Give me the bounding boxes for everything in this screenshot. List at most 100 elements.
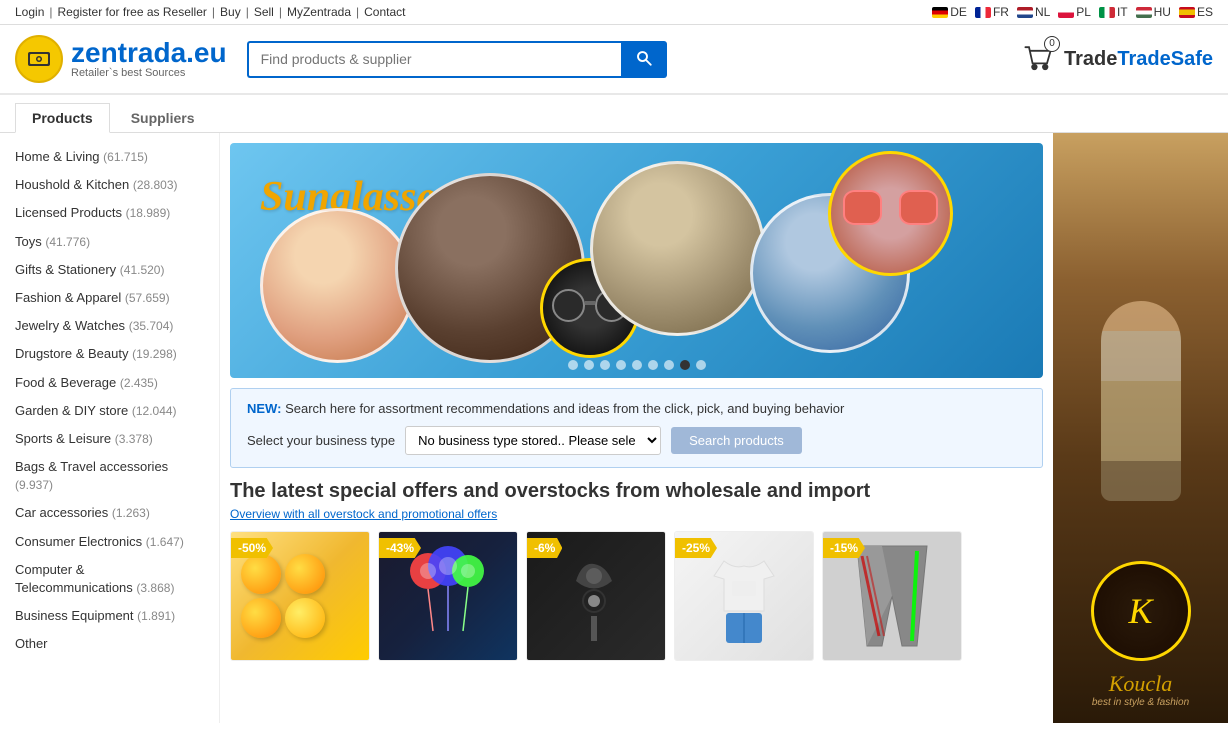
offer-badge-4: -25% [675,538,717,558]
offer-badge-5: -15% [823,538,865,558]
sidebar-item-other[interactable]: Other [0,630,219,658]
dot-8[interactable] [680,360,690,370]
language-switcher: DE FR NL PL IT HU ES [932,5,1213,19]
offers-section: The latest special offers and overstocks… [230,480,1043,661]
business-type-label: Select your business type [247,433,395,448]
register-link[interactable]: Register for free as Reseller [58,5,207,19]
sidebar-item-toys[interactable]: Toys (41.776) [0,228,219,256]
banner-circle-1 [260,208,415,363]
dot-4[interactable] [616,360,626,370]
offers-title: The latest special offers and overstocks… [230,480,1043,503]
logo[interactable]: zentrada.eu Retailer`s best Sources [15,35,227,83]
ad-brand-name: Koucla [1109,671,1173,697]
offers-overview-link[interactable]: Overview with all overstock and promotio… [230,507,1043,521]
logo-svg [24,44,54,74]
offer-card-3[interactable]: -6% [526,531,666,661]
offer-badge-3: -6% [527,538,562,558]
main-layout: Home & Living (61.715) Houshold & Kitche… [0,133,1228,723]
lang-it[interactable]: IT [1099,5,1128,19]
sidebar-item-garden-diy[interactable]: Garden & DIY store (12.044) [0,397,219,425]
dot-2[interactable] [584,360,594,370]
offer-card-1[interactable]: -50% [230,531,370,661]
flag-es [1179,7,1195,18]
flag-hu [1136,7,1152,18]
new-bar: NEW: Search here for assortment recommen… [230,388,1043,468]
logo-text: zentrada.eu Retailer`s best Sources [71,39,227,79]
offer-badge-2: -43% [379,538,421,558]
flag-pl [1058,7,1074,18]
search-icon [635,49,653,67]
business-type-select[interactable]: No business type stored.. Please sele [405,426,661,455]
dot-1[interactable] [568,360,578,370]
login-link[interactable]: Login [15,5,44,19]
sidebar-item-bags-travel[interactable]: Bags & Travel accessories (9.937) [0,453,219,499]
dot-7[interactable] [664,360,674,370]
lang-de[interactable]: DE [932,5,967,19]
sidebar-item-fashion-apparel[interactable]: Fashion & Apparel (57.659) [0,284,219,312]
lang-hu[interactable]: HU [1136,5,1171,19]
contact-link[interactable]: Contact [364,5,405,19]
sidebar-item-sports-leisure[interactable]: Sports & Leisure (3.378) [0,425,219,453]
right-sidebar[interactable]: K Koucla best in style & fashion [1053,133,1228,723]
search-input[interactable] [247,41,621,78]
sidebar-item-computer-telecom[interactable]: Computer & Telecommunications (3.868) [0,556,219,602]
sidebar-item-consumer-electronics[interactable]: Consumer Electronics (1.647) [0,528,219,556]
lang-nl[interactable]: NL [1017,5,1050,19]
sidebar-item-jewelry-watches[interactable]: Jewelry & Watches (35.704) [0,312,219,340]
lang-pl[interactable]: PL [1058,5,1091,19]
sidebar-item-drugstore-beauty[interactable]: Drugstore & Beauty (19.298) [0,340,219,368]
header: zentrada.eu Retailer`s best Sources 0 Tr… [0,25,1228,95]
dot-6[interactable] [648,360,658,370]
cart-badge: 0 [1044,36,1060,52]
tab-products[interactable]: Products [15,103,110,133]
sidebar-item-business-equipment[interactable]: Business Equipment (1.891) [0,602,219,630]
sidebar-item-gifts-stationery[interactable]: Gifts & Stationery (41.520) [0,256,219,284]
buy-link[interactable]: Buy [220,5,241,19]
offer-card-5[interactable]: -15% [822,531,962,661]
flag-de [932,7,948,18]
lamp-svg [556,546,636,646]
search-button[interactable] [621,41,667,78]
ad-brand-letter: K [1128,590,1152,632]
sidebar-item-car-accessories[interactable]: Car accessories (1.263) [0,499,219,527]
sidebar-item-licensed-products[interactable]: Licensed Products (18.989) [0,199,219,227]
tab-suppliers[interactable]: Suppliers [114,103,212,132]
top-bar-links: Login | Register for free as Reseller | … [15,5,405,19]
myzentrada-link[interactable]: MyZentrada [287,5,351,19]
top-bar: Login | Register for free as Reseller | … [0,0,1228,25]
sidebar-item-food-beverage[interactable]: Food & Beverage (2.435) [0,369,219,397]
offers-grid: -50% -43% [230,531,1043,661]
balloons-svg [403,541,493,651]
sidebar-item-home-living[interactable]: Home & Living (61.715) [0,143,219,171]
new-bar-text: NEW: Search here for assortment recommen… [247,401,1026,416]
banner-dots [568,360,706,370]
flag-fr [975,7,991,18]
search-products-button[interactable]: Search products [671,427,802,454]
offer-badge-1: -50% [231,538,273,558]
cart-area: 0 TradeTradeSafe [1020,40,1213,79]
offer-card-4[interactable]: -25% [674,531,814,661]
dot-9[interactable] [696,360,706,370]
new-label: NEW: [247,401,281,416]
logo-tagline: Retailer`s best Sources [71,67,227,79]
ad-person [1068,148,1213,561]
offer-card-2[interactable]: -43% [378,531,518,661]
sidebar-item-houshold-kitchen[interactable]: Houshold & Kitchen (28.803) [0,171,219,199]
banner-circle-3 [590,161,765,336]
logo-icon [15,35,63,83]
flag-nl [1017,7,1033,18]
sidebar: Home & Living (61.715) Houshold & Kitche… [0,133,220,723]
search-bar [247,41,667,78]
content-area: Sunglasses [220,133,1053,723]
dot-5[interactable] [632,360,642,370]
banner-circle-glasses2 [828,151,953,276]
dot-3[interactable] [600,360,610,370]
new-bar-description: Search here for assortment recommendatio… [285,401,844,416]
new-bar-row: Select your business type No business ty… [247,426,1026,455]
ad-logo-circle: K [1091,561,1191,661]
sell-link[interactable]: Sell [254,5,274,19]
lang-es[interactable]: ES [1179,5,1213,19]
clothing-svg [704,541,784,651]
lang-fr[interactable]: FR [975,5,1009,19]
cart-icon-wrapper[interactable]: 0 [1020,40,1056,79]
